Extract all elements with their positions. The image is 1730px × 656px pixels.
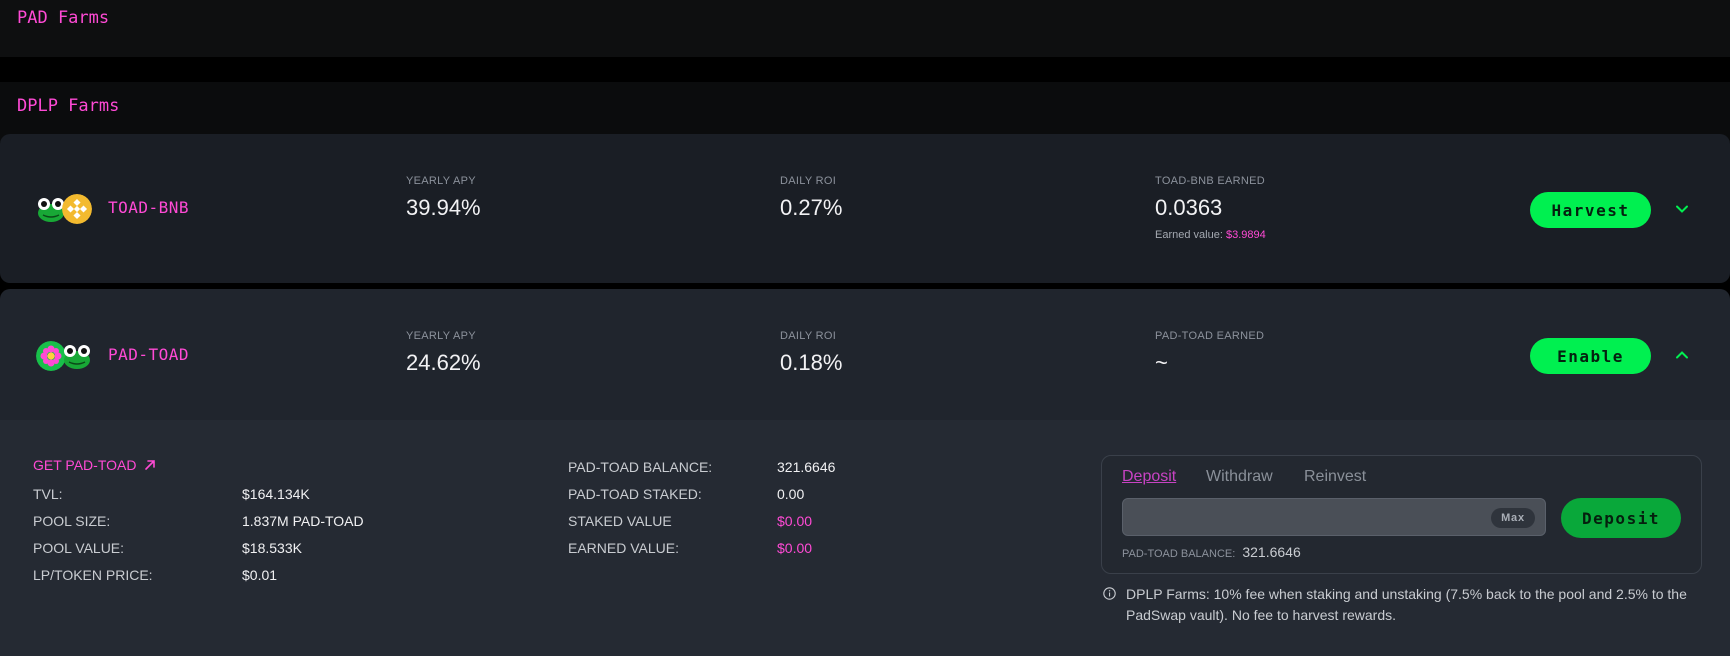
balance-value: 321.6646 [777,459,836,475]
dplp-farms-title: DPLP Farms [17,96,120,116]
earned-value: 0.0363 [1155,195,1223,220]
tab-reinvest[interactable]: Reinvest [1304,468,1366,486]
earned-label: TOAD-BNB EARNED [1155,175,1266,187]
pool-size-value: 1.837M PAD-TOAD [242,513,364,529]
earned-label: PAD-TOAD EARNED [1155,330,1265,342]
chevron-down-icon[interactable] [1674,201,1690,217]
external-arrow-icon [145,460,156,470]
max-button[interactable]: Max [1491,508,1535,528]
apy-label: YEARLY APY [406,175,476,187]
card-balance: PAD-TOAD BALANCE: 321.6646 [1122,544,1301,560]
earned-value-usd-line: Earned value: $3.9894 [1155,229,1266,241]
staked-label: PAD-TOAD STAKED: [568,486,702,502]
staked-usd-value: $0.00 [777,513,813,529]
earned-value-usd: $3.9894 [1225,229,1266,241]
toad-token-icon [64,345,90,369]
info-icon [1103,587,1116,600]
roi-value: 0.27% [780,195,843,220]
fee-note: DPLP Farms: 10% fee when staking and uns… [1103,584,1703,626]
roi-value: 0.18% [780,350,843,375]
tab-withdraw[interactable]: Withdraw [1206,468,1273,486]
pool-size-label: POOL SIZE: [33,513,111,529]
farm-row-pad-toad[interactable]: PAD-TOAD YEARLY APY 24.62% DAILY ROI 0.1… [0,289,1730,420]
card-balance-value: 321.6646 [1242,544,1301,560]
earned-value-label: Earned value: [1155,229,1223,241]
farm-token-icons [36,339,94,373]
farm-name: PAD-TOAD [108,345,190,364]
get-pad-toad-label: GET PAD-TOAD [33,457,137,473]
apy-value: 39.94% [406,195,481,220]
earned-usd-label: EARNED VALUE: [568,540,679,556]
farm-name: TOAD-BNB [108,198,190,217]
get-pad-toad-link[interactable]: GET PAD-TOAD [33,457,156,473]
fee-note-text: DPLP Farms: 10% fee when staking and uns… [1126,586,1687,623]
amount-input[interactable] [1122,498,1546,536]
tab-deposit[interactable]: Deposit [1122,468,1176,486]
roi-label: DAILY ROI [780,175,837,187]
enable-button[interactable]: Enable [1530,338,1651,374]
pool-value-label: POOL VALUE: [33,540,125,556]
tvl-value: $164.134K [242,486,310,502]
balance-label: PAD-TOAD BALANCE: [568,459,713,475]
farm-token-icons [36,192,94,226]
harvest-button[interactable]: Harvest [1530,192,1651,228]
farm-row-toad-bnb[interactable]: TOAD-BNB YEARLY APY 39.94% DAILY ROI 0.2… [0,134,1730,283]
earned-value: ~ [1155,350,1168,375]
pad-farms-section: PAD Farms [0,0,1730,57]
deposit-card: Deposit Withdraw Reinvest Max Deposit PA… [1101,455,1702,574]
apy-value: 24.62% [406,350,481,375]
dplp-farms-section: DPLP Farms [0,82,1730,142]
lp-token-price-label: LP/TOKEN PRICE: [33,567,153,583]
pool-value-value: $18.533K [242,540,302,556]
deposit-button[interactable]: Deposit [1561,498,1681,538]
pad-farms-title: PAD Farms [17,8,110,28]
earned-usd-value: $0.00 [777,540,813,556]
tvl-label: TVL: [33,486,63,502]
staked-usd-label: STAKED VALUE [568,513,672,529]
bnb-token-icon [62,194,92,224]
chevron-up-icon[interactable] [1674,347,1690,363]
card-balance-label: PAD-TOAD BALANCE: [1122,548,1236,560]
roi-label: DAILY ROI [780,330,837,342]
lp-token-price-value: $0.01 [242,567,278,583]
apy-label: YEARLY APY [406,330,476,342]
staked-value: 0.00 [777,486,805,502]
